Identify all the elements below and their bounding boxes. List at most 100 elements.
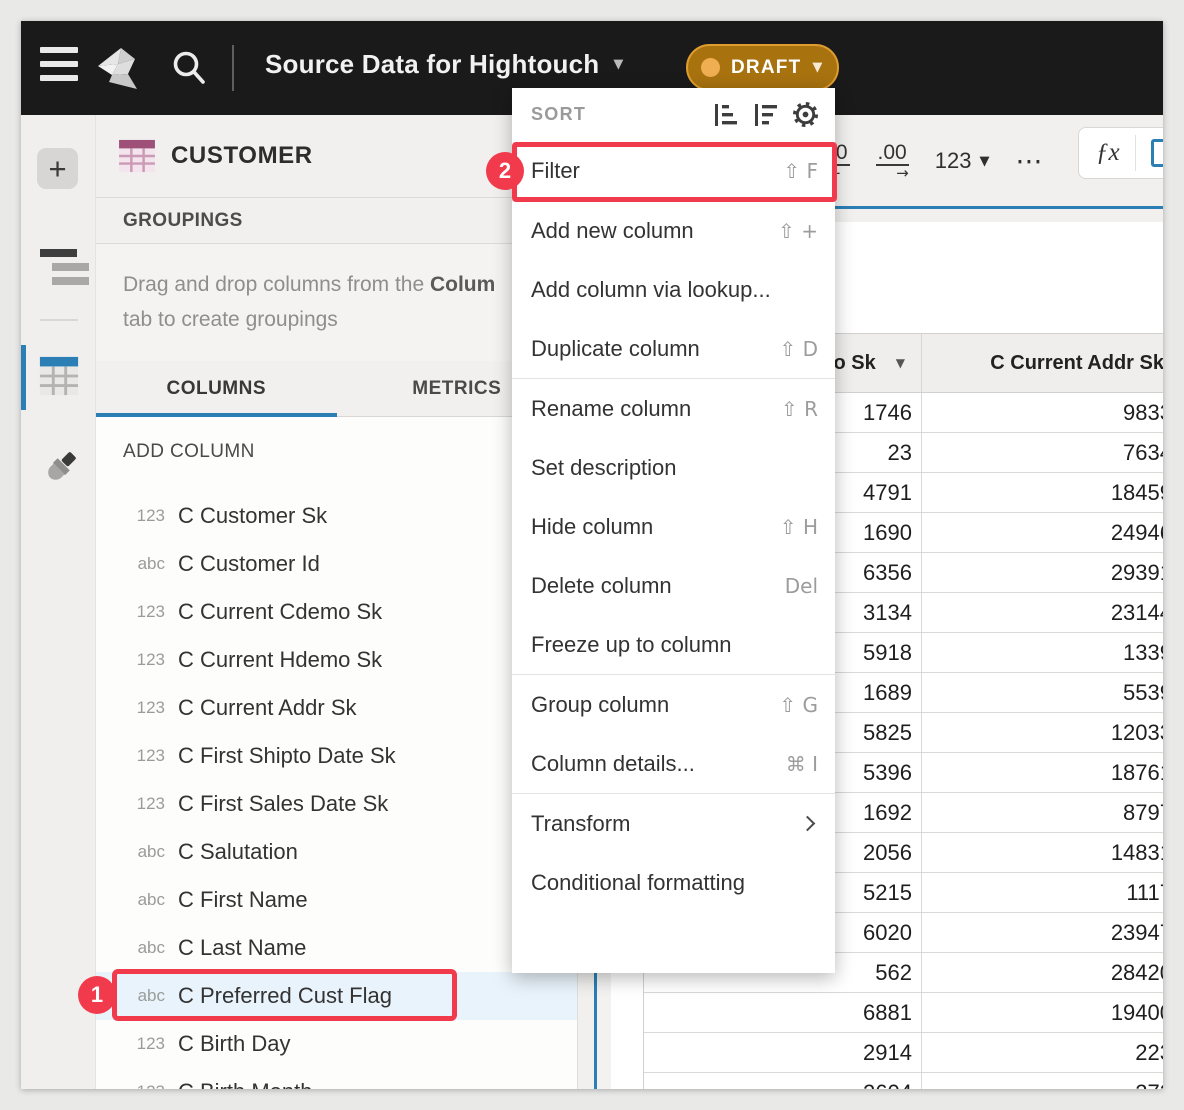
table-cell[interactable]: 7634 [922,433,1163,472]
column-list-item[interactable]: abc C Customer Id [96,540,577,588]
shortcut-hint: ⌘ I [786,752,818,776]
sort-descending-button[interactable] [752,101,779,128]
table-cell[interactable]: 1117 [922,873,1163,912]
styling-panel-button[interactable] [38,448,80,495]
column-list-item[interactable]: abc C First Name [96,876,577,924]
menu-item[interactable]: Transform [512,794,835,853]
table-cell[interactable]: 28420 [922,953,1163,992]
formatting-toolbar: .0 ← .00 → 123 ▼ ⋯ [828,115,1043,207]
annotation-step-badge-1: 1 [78,976,116,1014]
tab-columns[interactable]: COLUMNS [96,361,337,416]
column-list-item[interactable]: 123 C Current Addr Sk [96,684,577,732]
table-cell[interactable]: 6881 [644,993,922,1032]
sort-ascending-button[interactable] [712,101,739,128]
menu-item[interactable]: Rename column ⇧ R [512,379,835,438]
table-cell[interactable]: 5539 [922,673,1163,712]
search-button[interactable] [169,48,209,88]
column-list-item[interactable]: 123 C Birth Month [96,1068,577,1089]
column-header-current-addr-sk[interactable]: C Current Addr Sk [922,334,1163,392]
menu-item[interactable]: Add new column ⇧ + [512,201,835,260]
menu-item[interactable]: Column details... ⌘ I [512,734,835,793]
more-options-button[interactable]: ⋯ [1015,146,1043,177]
table-cell[interactable]: 23144 [922,593,1163,632]
table-cell[interactable]: 29391 [922,553,1163,592]
column-type-icon: 123 [96,650,165,670]
table-cell[interactable]: 19400 [922,993,1163,1032]
menu-item[interactable]: Add column via lookup... [512,260,835,319]
workbook-title[interactable]: Source Data for Hightouch ▼ [265,49,624,80]
menu-item[interactable]: Filter ⇧ F [512,141,835,200]
status-dot-icon [701,58,720,77]
menu-item[interactable]: Conditional formatting [512,853,835,912]
menu-item[interactable]: Freeze up to column [512,615,835,674]
table-cell[interactable]: 223 [922,1033,1163,1072]
table-cell[interactable]: 8797 [922,793,1163,832]
menu-item[interactable]: Set description [512,438,835,497]
number-format-dropdown[interactable]: 123 ▼ [935,148,990,174]
column-list-item[interactable]: abc C Salutation [96,828,577,876]
outline-panel-button[interactable] [40,249,90,285]
panel-tabs: COLUMNS METRICS [96,361,577,417]
ellipsis-icon: ⋯ [1015,146,1043,177]
column-name: C Birth Month [178,1079,313,1089]
menu-item[interactable]: Group column ⇧ G [512,675,835,734]
table-cell[interactable]: 1339 [922,633,1163,672]
column-list-item[interactable]: 123 C First Sales Date Sk [96,780,577,828]
sort-settings-button[interactable] [792,101,819,128]
table-cell[interactable]: 273 [922,1073,1163,1089]
formula-input-edge [1151,139,1163,167]
column-list-item[interactable]: 123 C Current Cdemo Sk [96,588,577,636]
chevron-down-icon: ▼ [812,60,822,75]
table-cell[interactable]: 23947 [922,913,1163,952]
column-list-item[interactable]: 123 C First Shipto Date Sk [96,732,577,780]
shortcut-hint: ⇧ G [779,693,818,717]
add-element-button[interactable]: + [37,148,78,189]
selected-rail-indicator [21,345,26,410]
column-list-item[interactable]: 123 C Birth Day [96,1020,577,1068]
sort-menu-header: SORT [512,88,835,141]
table-cell[interactable]: 2604 [644,1073,922,1089]
menu-item[interactable]: Duplicate column ⇧ D [512,319,835,378]
groupings-label: GROUPINGS [123,210,243,232]
sigma-logo[interactable] [95,44,141,92]
groupings-hint: Drag and drop columns from the Colum tab… [96,244,577,361]
shortcut-hint: ⇧ F [783,159,818,183]
column-list-item[interactable]: abc C Last Name [96,924,577,972]
table-cell[interactable]: 24946 [922,513,1163,552]
increase-decimal-button[interactable]: .00 → [876,142,909,180]
element-panel-button[interactable] [38,354,80,403]
column-list-item[interactable]: abc C Preferred Cust Flag [96,972,577,1020]
column-list-item[interactable]: 123 C Customer Sk [96,492,577,540]
menu-button[interactable] [40,47,78,89]
chevron-down-icon: ▼ [979,154,989,169]
menu-item[interactable]: Delete column Del [512,556,835,615]
column-type-icon: 123 [96,794,165,814]
formula-bar[interactable]: ƒx [1078,127,1163,179]
column-type-icon: 123 [96,746,165,766]
hamburger-icon [40,47,78,81]
column-name: C First Sales Date Sk [178,791,388,817]
table-row: 2604 273 [644,1073,1163,1089]
formula-fx-icon: ƒx [1096,139,1120,167]
table-row: 6881 19400 [644,993,1163,1033]
sort-ascending-icon [713,102,739,128]
table-cell[interactable]: 9833 [922,393,1163,432]
paintbrush-icon [38,448,80,490]
column-type-icon: abc [96,554,165,574]
origami-bird-icon [95,44,141,92]
table-cell[interactable]: 2914 [644,1033,922,1072]
column-name: C Customer Id [178,551,320,577]
plus-icon: + [48,153,66,184]
table-cell[interactable]: 14831 [922,833,1163,872]
menu-item[interactable]: Hide column ⇧ H [512,497,835,556]
column-list-item[interactable]: 123 C Current Hdemo Sk [96,636,577,684]
source-table-name: CUSTOMER [171,142,313,170]
table-cell[interactable]: 18761 [922,753,1163,792]
table-cell[interactable]: 12033 [922,713,1163,752]
chevron-down-icon: ▼ [613,57,623,72]
table-cell[interactable]: 18459 [922,473,1163,512]
draft-status-badge[interactable]: DRAFT ▼ [686,44,839,91]
chevron-down-icon: ▼ [896,356,905,370]
menu-items: Filter ⇧ F Add new column ⇧ + [512,141,835,912]
shortcut-hint: ⇧ D [779,337,818,361]
